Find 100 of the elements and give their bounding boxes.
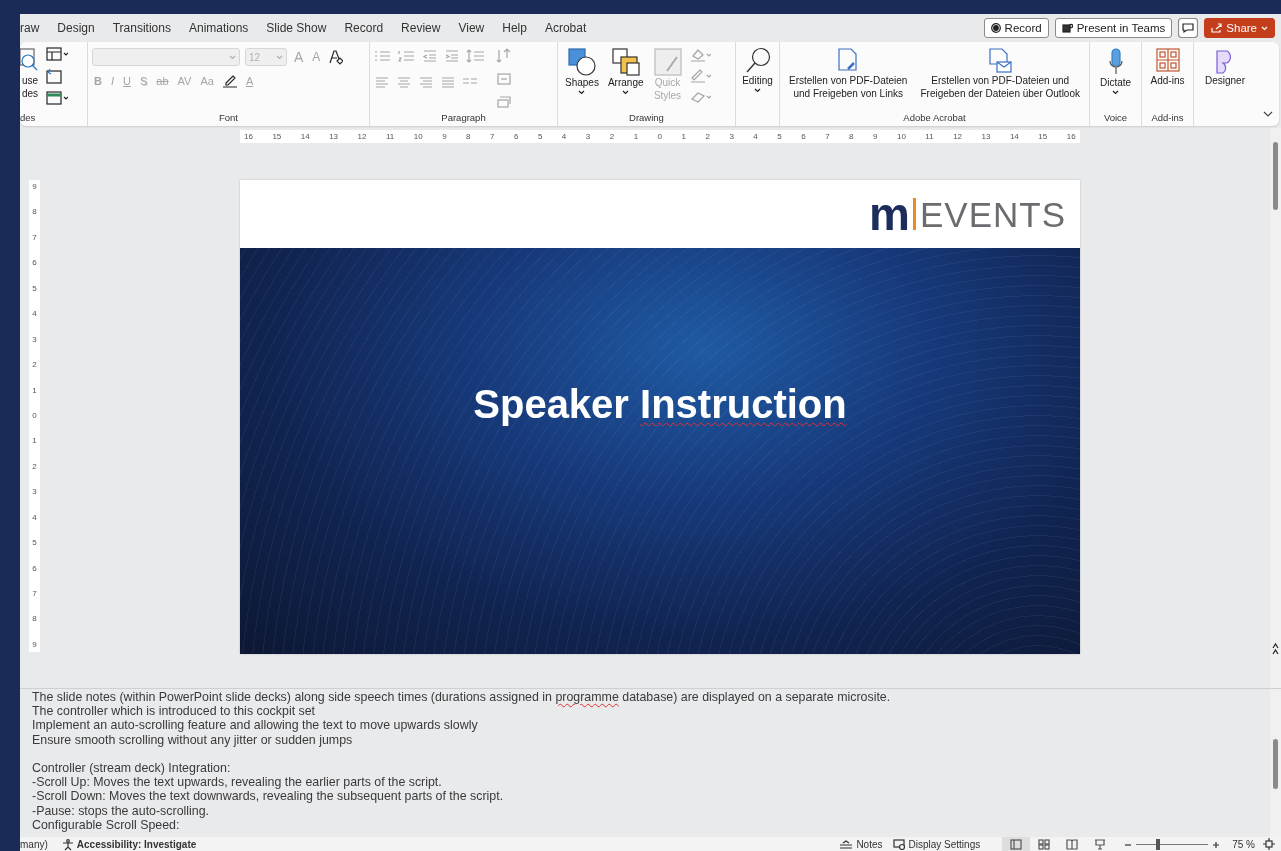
ruler-number: 13: [981, 132, 991, 141]
zoom-level[interactable]: 75 %: [1232, 839, 1255, 850]
ruler-number: 12: [953, 132, 963, 141]
ribbon-tab[interactable]: Transitions: [104, 21, 179, 35]
display-settings-button[interactable]: Display Settings: [892, 839, 981, 850]
ruler-number: 12: [357, 132, 367, 141]
group-label: Voice: [1102, 112, 1129, 125]
record-button[interactable]: Record: [983, 18, 1049, 38]
group-label: des: [20, 112, 37, 125]
ribbon-tab[interactable]: View: [450, 21, 493, 35]
present-in-teams-button[interactable]: Present in Teams: [1054, 18, 1173, 38]
ribbon-tab[interactable]: Help: [494, 21, 535, 35]
ruler-number: 7: [490, 132, 495, 141]
editing-button[interactable]: Editing: [738, 44, 777, 93]
ruler-number: 3: [729, 132, 734, 141]
notes-text[interactable]: The slide notes (within PowerPoint slide decks) along side speech times (durations assigned in programme database) are displayed on a separate microsite. The controller which is introduced to this cockpit set Implement an auto-scrolling feature and allowing the text to move upwards slowly Ensure smooth scrolling without any jitter or sudden jumps Controller (stream deck) Integration: -Scroll Up: Moves the text upwards, revealing the earlier parts of the script. -Scroll Down: Moves the text downwards, revealing the subsequent parts of the script. -Pause: stops the auto-scrolling. Configurable Scroll Speed:: [20, 689, 1270, 837]
collapse-ribbon-icon[interactable]: [1263, 111, 1273, 118]
language-status[interactable]: many): [20, 839, 48, 850]
designer-button[interactable]: Designer: [1202, 44, 1248, 88]
ruler-number: 9: [873, 132, 878, 141]
accessibility-icon: [61, 838, 74, 851]
notes-icon: [839, 839, 854, 850]
ribbon-tab[interactable]: Review: [393, 21, 449, 35]
normal-view-icon: [1010, 839, 1023, 850]
ribbon-tab[interactable]: Record: [336, 21, 392, 35]
scrollbar-thumb[interactable]: [1273, 739, 1278, 789]
ruler-number: 3: [585, 132, 591, 141]
accessibility-status[interactable]: Accessibility: Investigate: [61, 838, 197, 851]
layout-icon[interactable]: [46, 46, 68, 62]
comment-icon[interactable]: [1178, 18, 1199, 38]
ruler-number: 7: [825, 132, 830, 141]
ribbon-tab[interactable]: Slide Show: [258, 21, 335, 35]
ruler-number: 16: [1066, 132, 1076, 141]
shapes-button[interactable]: Shapes: [562, 44, 602, 95]
ruler-number: 10: [896, 132, 906, 141]
ruler-number: 5: [537, 132, 543, 141]
slide-sorter-icon: [1038, 839, 1051, 850]
ribbon-tab[interactable]: raw: [20, 21, 48, 35]
add-ins-button[interactable]: Add-ins: [1147, 44, 1188, 88]
ribbon-tab[interactable]: Animations: [180, 21, 257, 35]
ruler-number: 0: [32, 411, 37, 420]
ruler-number: 14: [1009, 132, 1019, 141]
notes-button[interactable]: Notes: [839, 839, 883, 850]
zoom-slider-thumb[interactable]: [1155, 839, 1160, 850]
scrollbar-thumb[interactable]: [1273, 142, 1278, 210]
dictate-button[interactable]: Dictate: [1096, 44, 1135, 95]
reset-icon[interactable]: [46, 68, 62, 84]
logo-divider: [912, 198, 916, 230]
ruler-number: 11: [925, 132, 934, 141]
ribbon-tab[interactable]: Acrobat: [536, 21, 595, 35]
section-icon[interactable]: [46, 90, 68, 106]
search-icon: [744, 47, 771, 75]
ruler-number: 9: [442, 132, 447, 141]
zoom-in-icon[interactable]: [1212, 840, 1221, 849]
ruler-number: 6: [801, 132, 806, 141]
scrollbar[interactable]: [1270, 128, 1281, 688]
ribbon-tab[interactable]: Design: [49, 21, 103, 35]
arrange-button[interactable]: Arrange: [604, 44, 647, 95]
ruler-number: 2: [32, 462, 37, 471]
scrollbar[interactable]: [1270, 689, 1281, 837]
create-pdf-button[interactable]: Erstellen von PDF-Dateien und Freigeben der Dateien über Outlook: [917, 44, 1083, 100]
ruler-number: 10: [413, 132, 423, 141]
group-label: Adobe Acrobat: [902, 112, 967, 125]
ruler-number: 1: [681, 132, 686, 141]
normal-view-button[interactable]: [1002, 837, 1031, 851]
caret-icon: [229, 54, 236, 60]
slide-title[interactable]: Speaker Instruction: [473, 381, 847, 427]
record-icon: [990, 23, 1001, 33]
reading-view-icon: [1066, 839, 1079, 850]
shape-outline-icon[interactable]: [688, 68, 711, 84]
reuse-slides-button[interactable]: use des: [20, 44, 43, 100]
slideshow-icon: [1094, 839, 1107, 850]
group-label: Font: [218, 112, 239, 125]
previous-slide-icon[interactable]: [1272, 642, 1279, 656]
ruler-number: 3: [32, 488, 37, 497]
ruler-number: 9: [32, 183, 37, 191]
pdf-mail-icon: [986, 47, 1015, 75]
logo-mark: m: [869, 191, 909, 237]
ruler-number: 5: [777, 132, 782, 141]
share-button[interactable]: Share: [1204, 18, 1275, 38]
ruler-number: 6: [32, 564, 37, 573]
share-icon: [1211, 23, 1223, 33]
ruler-number: 3: [32, 335, 37, 344]
shape-fill-icon[interactable]: [688, 47, 711, 63]
caret-icon: [1261, 25, 1268, 31]
fit-to-window-icon[interactable]: [1263, 837, 1275, 850]
ruler-number: 7: [32, 233, 37, 242]
ruler-number: 1: [32, 437, 37, 446]
ruler-number: 4: [32, 310, 37, 319]
group-label: Paragraph: [440, 112, 487, 125]
create-pdf-button[interactable]: Erstellen von PDF-Dateien und Freigeben von Links: [786, 44, 911, 100]
ruler-number: 7: [32, 590, 37, 598]
ruler-number: 11: [385, 132, 395, 141]
arrange-icon: [610, 47, 641, 77]
ruler-number: 1: [633, 132, 639, 141]
ruler-number: 14: [300, 132, 310, 141]
logo-wordmark: EVENTS: [919, 196, 1066, 232]
quick-styles-icon: [652, 47, 683, 77]
ruler-number: 8: [466, 132, 471, 141]
caret-icon: [622, 89, 630, 95]
